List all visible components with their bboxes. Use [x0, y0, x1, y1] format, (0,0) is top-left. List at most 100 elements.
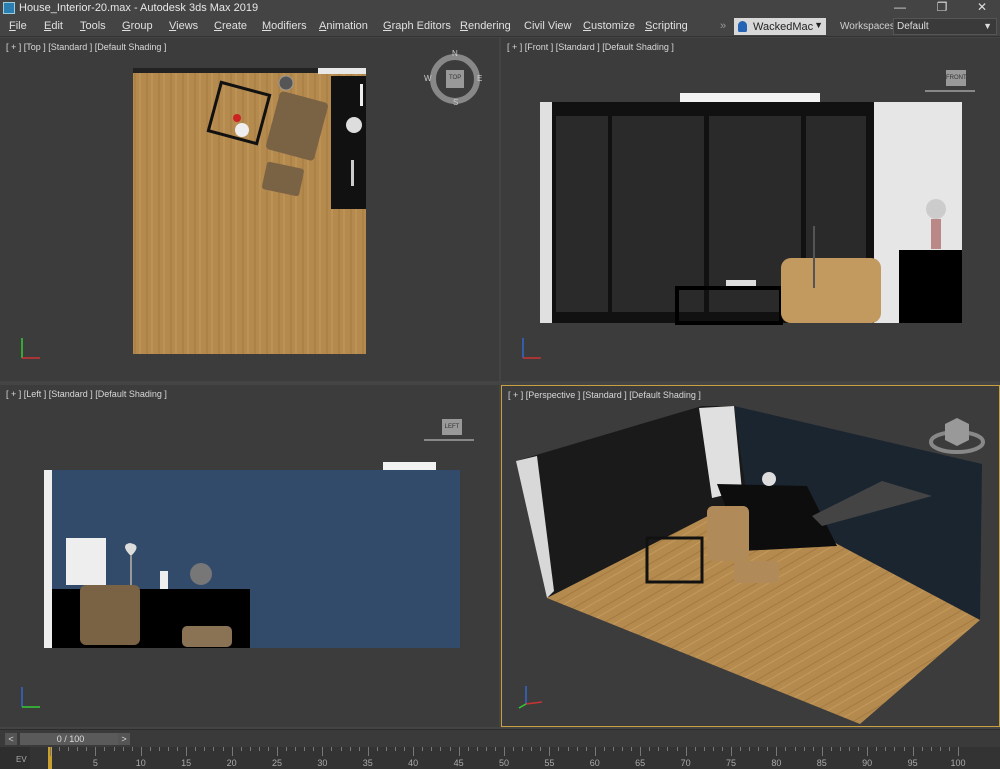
track-tick: [485, 747, 487, 751]
track-tick: [95, 747, 97, 756]
track-tick-label: 80: [771, 758, 782, 768]
viewcube-perspective[interactable]: [929, 412, 985, 456]
axis-tripod-icon: [522, 338, 541, 359]
track-tick: [513, 747, 515, 751]
track-tick: [612, 747, 614, 751]
menu-overflow-icon[interactable]: »: [720, 20, 726, 32]
title-bar: House_Interior-20.max - Autodesk 3ds Max…: [0, 0, 1000, 16]
track-tick: [649, 747, 651, 751]
menu-civil-view[interactable]: Civil View: [524, 20, 571, 32]
track-tick: [885, 747, 887, 751]
close-button[interactable]: ✕: [962, 0, 1000, 16]
track-tick: [349, 747, 351, 751]
track-tick-label: 90: [862, 758, 873, 768]
track-tick: [113, 747, 115, 751]
track-tick: [631, 747, 633, 751]
viewport-top[interactable]: [ + ] [Top ] [Standard ] [Default Shadin…: [0, 38, 499, 381]
track-tick: [331, 747, 333, 751]
track-bar[interactable]: EV 5 10 15 20 25 30 35 40 45 50 55 60 65 70 75 80 85 90 95…: [0, 747, 1000, 769]
viewcube-front[interactable]: FRONT: [925, 66, 975, 96]
user-icon: [738, 21, 747, 32]
time-slider[interactable]: 0 / 100: [20, 733, 121, 745]
track-tick: [712, 747, 714, 751]
track-tick: [767, 747, 769, 751]
track-tick: [876, 747, 878, 751]
track-tick-label: 35: [362, 758, 373, 768]
menu-modifiers[interactable]: Modifiers: [262, 20, 307, 32]
viewcube-face: LEFT: [442, 419, 462, 435]
track-tick-label: 50: [498, 758, 510, 768]
track-tick-label: 55: [544, 758, 555, 768]
track-tick-label: 5: [92, 758, 98, 768]
menu-scripting[interactable]: Scripting: [645, 20, 688, 32]
track-tick: [286, 747, 288, 751]
viewcube-base: [424, 439, 474, 441]
workspaces-dropdown[interactable]: Default ▼: [893, 18, 997, 35]
restore-button[interactable]: ❐: [922, 0, 962, 16]
track-tick: [731, 747, 732, 756]
track-tick-label: 85: [816, 758, 827, 768]
track-tick: [912, 747, 914, 756]
track-tick: [177, 747, 179, 751]
track-tick: [694, 747, 696, 751]
track-tick: [449, 747, 451, 751]
user-account-dropdown[interactable]: WackedMac ▼: [734, 18, 826, 35]
viewcube-left[interactable]: LEFT: [424, 415, 474, 445]
menu-customize[interactable]: Customize: [583, 20, 635, 32]
track-tick: [903, 747, 905, 751]
track-tick: [140, 747, 142, 756]
track-tick: [385, 747, 387, 751]
menu-edit[interactable]: Edit: [44, 20, 63, 32]
compass-north: N: [452, 49, 458, 58]
track-tick: [540, 747, 542, 751]
track-tick: [104, 747, 106, 751]
track-tick: [204, 747, 206, 751]
track-tick-label: 20: [226, 758, 237, 768]
track-tick-label: 15: [181, 758, 192, 768]
track-tick: [340, 747, 342, 751]
menu-rendering[interactable]: Rendering: [460, 20, 511, 32]
menu-group[interactable]: Group: [122, 20, 153, 32]
track-tick: [59, 747, 61, 751]
menu-create[interactable]: Create: [214, 20, 247, 32]
track-bar-corner[interactable]: EV: [0, 747, 30, 769]
track-tick: [395, 747, 397, 751]
track-tick: [168, 747, 170, 751]
minimize-button[interactable]: —: [880, 0, 920, 16]
track-tick: [50, 747, 51, 756]
menu-tools[interactable]: Tools: [80, 20, 106, 32]
track-tick: [622, 747, 624, 751]
track-tick: [258, 747, 260, 751]
menu-file[interactable]: File: [9, 20, 27, 32]
menu-views[interactable]: Views: [169, 20, 198, 32]
viewport-perspective[interactable]: [ + ] [Perspective ] [Standard ] [Defaul…: [501, 385, 1000, 727]
menu-animation[interactable]: Animation: [319, 20, 368, 32]
track-tick: [576, 747, 578, 751]
track-tick-label: 95: [907, 758, 918, 768]
viewcube-icon: [929, 418, 985, 454]
track-tick: [558, 747, 560, 751]
menu-graph-editors[interactable]: Graph Editors: [383, 20, 451, 32]
track-tick: [476, 747, 478, 751]
track-tick: [839, 747, 841, 751]
track-tick: [231, 747, 233, 756]
track-tick: [240, 747, 242, 751]
track-tick: [667, 747, 669, 751]
viewport-left[interactable]: [ + ] [Left ] [Standard ] [Default Shadi…: [0, 385, 499, 727]
viewport-front[interactable]: [ + ] [Front ] [Standard ] [Default Shad…: [501, 38, 1000, 381]
track-tick: [676, 747, 678, 751]
track-tick-label: 65: [635, 758, 646, 768]
user-name: WackedMac: [753, 20, 814, 33]
track-tick: [494, 747, 496, 751]
viewcube-top[interactable]: TOP N E S W: [424, 49, 482, 107]
axis-tripod-icon: [21, 687, 40, 708]
track-tick: [195, 747, 197, 751]
track-tick: [122, 747, 124, 751]
track-tick: [358, 747, 360, 751]
next-frame-button[interactable]: >: [118, 733, 130, 745]
track-tick: [703, 747, 705, 751]
prev-frame-button[interactable]: <: [5, 733, 17, 745]
track-tick: [803, 747, 805, 751]
track-tick: [830, 747, 832, 751]
track-tick: [549, 747, 551, 756]
